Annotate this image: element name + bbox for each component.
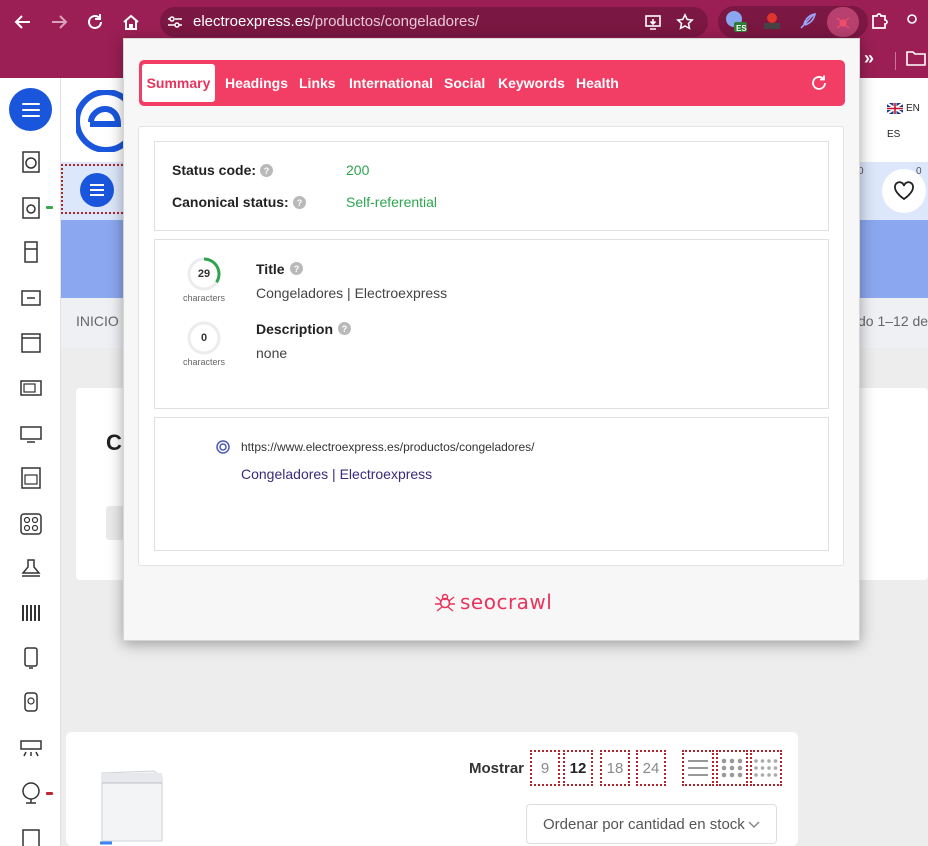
results-count: do 1–12 de bbox=[858, 313, 928, 329]
breadcrumb-home[interactable]: INICIO bbox=[76, 313, 119, 329]
status-card bbox=[154, 141, 829, 231]
hood-icon[interactable] bbox=[19, 556, 43, 580]
title-char-count: 29 bbox=[197, 268, 211, 280]
grid-4-icon bbox=[754, 759, 778, 777]
spider-logo-icon bbox=[435, 593, 455, 612]
language-en-label: EN bbox=[906, 103, 920, 114]
fan-icon[interactable] bbox=[19, 781, 43, 805]
microwave-icon[interactable] bbox=[19, 376, 43, 400]
seocrawl-brand: seocrawl bbox=[434, 590, 552, 614]
list-view-icon bbox=[688, 760, 708, 776]
grid-3-view-button[interactable] bbox=[716, 750, 748, 786]
boiler-icon[interactable] bbox=[19, 691, 43, 715]
wishlist-button[interactable] bbox=[882, 169, 926, 213]
washer-icon[interactable] bbox=[19, 150, 43, 174]
canonical-label: Canonical status: bbox=[172, 194, 289, 210]
serp-preview-card bbox=[154, 417, 829, 551]
profile-icon[interactable] bbox=[900, 10, 924, 34]
ext-badge: ES bbox=[736, 24, 747, 33]
per-page-9[interactable]: 9 bbox=[530, 750, 560, 786]
bookmark-star-icon[interactable] bbox=[673, 10, 697, 34]
language-en-option[interactable]: EN bbox=[887, 103, 920, 114]
spider-icon bbox=[831, 10, 855, 34]
title-value: Congeladores | Electroexpress bbox=[256, 285, 448, 301]
url-text[interactable]: electroexpress.es/productos/congeladores… bbox=[193, 13, 479, 30]
dishwasher-icon[interactable] bbox=[19, 331, 43, 355]
home-icon[interactable] bbox=[119, 10, 143, 34]
bookmarks-overflow-icon[interactable]: » bbox=[864, 48, 874, 69]
tab-keywords[interactable]: Keywords bbox=[498, 75, 565, 91]
site-logo[interactable] bbox=[74, 89, 138, 153]
folder-icon[interactable] bbox=[906, 50, 926, 71]
tab-headings[interactable]: Headings bbox=[225, 75, 288, 91]
title-label: Title bbox=[256, 261, 285, 277]
tab-summary[interactable]: Summary bbox=[142, 64, 215, 102]
tab-links[interactable]: Links bbox=[299, 75, 336, 91]
reload-icon[interactable] bbox=[83, 10, 107, 34]
help-icon[interactable]: ? bbox=[293, 196, 306, 209]
category-marker bbox=[46, 792, 53, 795]
serp-url: https://www.electroexpress.es/productos/… bbox=[241, 440, 535, 454]
description-label: Description bbox=[256, 321, 334, 337]
chevron-down-icon bbox=[748, 816, 760, 834]
site-settings-icon[interactable] bbox=[163, 10, 187, 34]
sidebar-menu-button[interactable] bbox=[9, 88, 52, 131]
air-conditioner-icon[interactable] bbox=[19, 736, 43, 760]
grid-4-view-button[interactable] bbox=[750, 750, 782, 786]
per-page-12[interactable]: 12 bbox=[563, 750, 593, 786]
freezer-icon[interactable] bbox=[19, 286, 43, 310]
feather-extension-icon[interactable] bbox=[796, 9, 820, 33]
canonical-value: Self-referential bbox=[346, 194, 438, 210]
sort-dropdown[interactable]: Ordenar por cantidad en stock bbox=[526, 804, 777, 844]
description-char-caption: characters bbox=[182, 357, 226, 367]
per-page-18[interactable]: 18 bbox=[600, 750, 630, 786]
chest-freezer-image[interactable] bbox=[96, 765, 166, 845]
title-char-caption: characters bbox=[182, 293, 226, 303]
category-marker bbox=[46, 206, 53, 209]
water-heater-icon[interactable] bbox=[19, 646, 43, 670]
forward-icon[interactable] bbox=[47, 10, 71, 34]
appliance-icon[interactable] bbox=[19, 826, 43, 846]
help-icon[interactable]: ? bbox=[338, 322, 351, 335]
serp-title: Congeladores | Electroexpress bbox=[241, 466, 433, 482]
back-icon[interactable] bbox=[11, 10, 35, 34]
url-domain: electroexpress.es bbox=[193, 13, 311, 30]
tab-international[interactable]: International bbox=[349, 75, 433, 91]
help-icon[interactable]: ? bbox=[260, 164, 273, 177]
per-page-label: Mostrar bbox=[469, 760, 525, 777]
radiator-icon[interactable] bbox=[19, 601, 43, 625]
status-code-value: 200 bbox=[346, 162, 370, 178]
favicon-icon bbox=[216, 440, 230, 454]
category-heading: C bbox=[106, 430, 122, 455]
language-es-option[interactable]: ES bbox=[887, 129, 900, 140]
per-page-24[interactable]: 24 bbox=[636, 750, 666, 786]
hob-icon[interactable] bbox=[19, 512, 43, 536]
fridge-icon[interactable] bbox=[19, 240, 43, 264]
bookmarks-divider bbox=[895, 52, 896, 70]
list-view-button[interactable] bbox=[682, 750, 714, 786]
status-code-label: Status code: bbox=[172, 162, 257, 178]
tab-health[interactable]: Health bbox=[576, 75, 619, 91]
category-sidebar bbox=[0, 78, 61, 846]
install-app-icon[interactable] bbox=[641, 10, 665, 34]
nav-menu-button[interactable] bbox=[80, 173, 114, 207]
heart-icon bbox=[894, 181, 914, 201]
dryer-icon[interactable] bbox=[19, 196, 43, 220]
description-value: none bbox=[256, 345, 288, 361]
brand-name: seocrawl bbox=[460, 590, 553, 614]
description-char-count: 0 bbox=[200, 332, 208, 344]
tv-icon[interactable] bbox=[19, 422, 43, 446]
refresh-icon[interactable] bbox=[808, 72, 830, 94]
extensions-puzzle-icon[interactable] bbox=[867, 9, 891, 33]
grid-3-icon bbox=[721, 758, 743, 778]
seo-extension-icon[interactable] bbox=[760, 9, 784, 33]
tab-social[interactable]: Social bbox=[444, 75, 485, 91]
url-path: /productos/congeladores/ bbox=[310, 13, 480, 30]
oven-icon[interactable] bbox=[19, 466, 43, 490]
help-icon[interactable]: ? bbox=[290, 262, 303, 275]
uk-flag-icon bbox=[887, 103, 903, 114]
